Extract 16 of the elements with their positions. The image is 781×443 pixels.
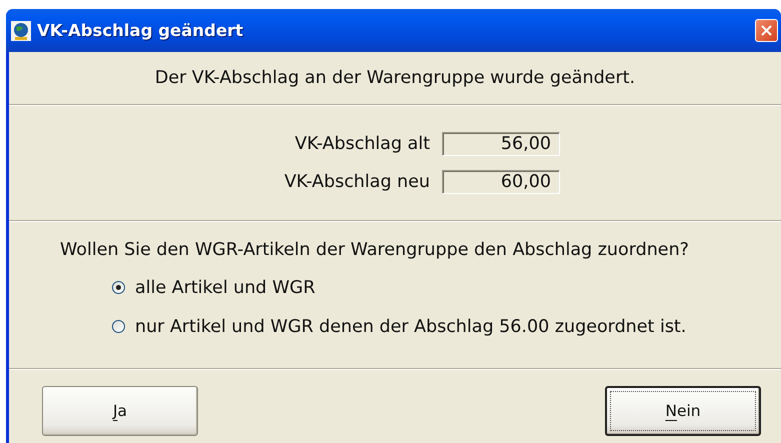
value-field: 56,00	[442, 132, 560, 156]
globe-icon	[11, 20, 31, 40]
option-label[interactable]: nur Artikel und WGR denen der Abschlag 56.00 zugeordnet ist.	[135, 316, 686, 336]
question-text: Wollen Sie den WGR-Artikeln der Warengruppe den Abschlag zuordnen?	[60, 240, 690, 262]
radio-button[interactable]	[112, 320, 125, 333]
radio-button[interactable]	[112, 281, 125, 294]
dialog-button[interactable]: Nein	[605, 386, 761, 436]
close-icon	[761, 25, 772, 36]
window-title: VK-Abschlag geändert	[37, 21, 244, 40]
dialog-button[interactable]: Ja	[42, 386, 198, 436]
field-label: VK-Abschlag alt	[294, 134, 430, 154]
option-label[interactable]: alle Artikel und WGR	[135, 278, 316, 298]
close-button[interactable]	[755, 19, 778, 42]
message-text: Der VK-Abschlag an der Warengruppe wurde geändert.	[154, 68, 636, 88]
value-field: 60,00	[442, 170, 560, 194]
field-label: VK-Abschlag neu	[284, 172, 430, 192]
